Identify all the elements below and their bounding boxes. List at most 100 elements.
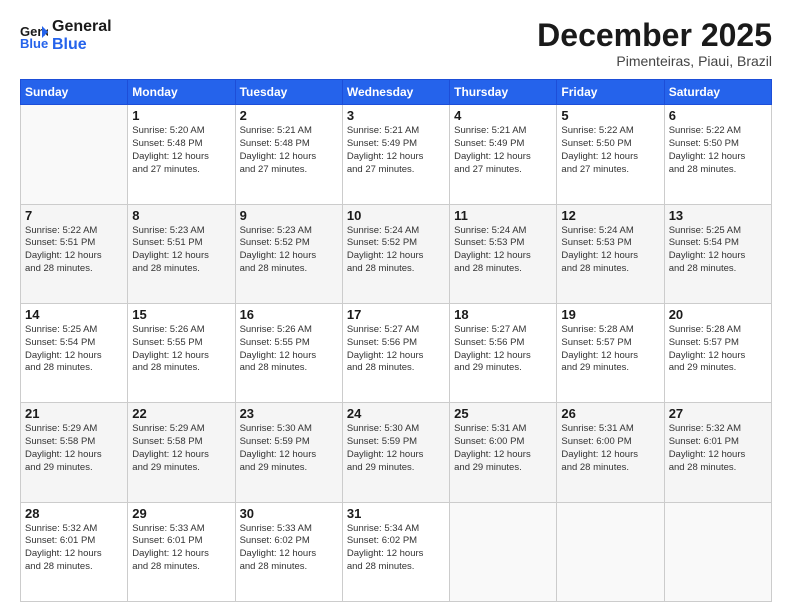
- day-number: 18: [454, 307, 552, 322]
- calendar-cell: 27 Sunrise: 5:32 AM Sunset: 6:01 PM Dayli…: [664, 403, 771, 502]
- day-info: Sunrise: 5:22 AM Sunset: 5:50 PM Dayligh…: [561, 125, 659, 176]
- day-number: 1: [132, 108, 230, 123]
- calendar-week-4: 21 Sunrise: 5:29 AM Sunset: 5:58 PM Dayli…: [21, 403, 772, 502]
- day-info: Sunrise: 5:32 AM Sunset: 6:01 PM Dayligh…: [669, 423, 767, 474]
- logo-line2: Blue: [52, 36, 112, 54]
- day-info: Sunrise: 5:33 AM Sunset: 6:02 PM Dayligh…: [240, 523, 338, 574]
- calendar-cell: 17 Sunrise: 5:27 AM Sunset: 5:56 PM Dayli…: [342, 303, 449, 402]
- day-number: 12: [561, 208, 659, 223]
- day-of-week-thursday: Thursday: [450, 80, 557, 105]
- day-info: Sunrise: 5:29 AM Sunset: 5:58 PM Dayligh…: [25, 423, 123, 474]
- day-info: Sunrise: 5:31 AM Sunset: 6:00 PM Dayligh…: [561, 423, 659, 474]
- day-number: 5: [561, 108, 659, 123]
- day-number: 8: [132, 208, 230, 223]
- day-info: Sunrise: 5:21 AM Sunset: 5:49 PM Dayligh…: [347, 125, 445, 176]
- logo-icon: General Blue: [20, 22, 48, 50]
- day-info: Sunrise: 5:28 AM Sunset: 5:57 PM Dayligh…: [561, 324, 659, 375]
- day-number: 16: [240, 307, 338, 322]
- day-info: Sunrise: 5:28 AM Sunset: 5:57 PM Dayligh…: [669, 324, 767, 375]
- day-number: 14: [25, 307, 123, 322]
- day-number: 3: [347, 108, 445, 123]
- day-info: Sunrise: 5:21 AM Sunset: 5:48 PM Dayligh…: [240, 125, 338, 176]
- title-block: December 2025 Pimenteiras, Piaui, Brazil: [537, 18, 772, 69]
- day-number: 27: [669, 406, 767, 421]
- day-info: Sunrise: 5:22 AM Sunset: 5:51 PM Dayligh…: [25, 225, 123, 276]
- day-number: 24: [347, 406, 445, 421]
- calendar-week-5: 28Sunrise: 5:32 AM Sunset: 6:01 PM Dayli…: [21, 502, 772, 601]
- header: General Blue General Blue December 2025 …: [20, 18, 772, 69]
- calendar-cell: 31 Sunrise: 5:34 AM Sunset: 6:02 PM Dayli…: [342, 502, 449, 601]
- calendar-cell: 26Sunrise: 5:31 AM Sunset: 6:00 PM Dayli…: [557, 403, 664, 502]
- calendar-cell: 30Sunrise: 5:33 AM Sunset: 6:02 PM Dayli…: [235, 502, 342, 601]
- day-info: Sunrise: 5:21 AM Sunset: 5:49 PM Dayligh…: [454, 125, 552, 176]
- day-of-week-friday: Friday: [557, 80, 664, 105]
- day-number: 6: [669, 108, 767, 123]
- calendar-week-3: 14 Sunrise: 5:25 AM Sunset: 5:54 PM Dayli…: [21, 303, 772, 402]
- calendar-body: 1 Sunrise: 5:20 AM Sunset: 5:48 PM Daylig…: [21, 105, 772, 602]
- day-info: Sunrise: 5:22 AM Sunset: 5:50 PM Dayligh…: [669, 125, 767, 176]
- calendar-cell: 20Sunrise: 5:28 AM Sunset: 5:57 PM Dayli…: [664, 303, 771, 402]
- day-number: 11: [454, 208, 552, 223]
- calendar-cell: 19 Sunrise: 5:28 AM Sunset: 5:57 PM Dayli…: [557, 303, 664, 402]
- calendar-cell: 12Sunrise: 5:24 AM Sunset: 5:53 PM Dayli…: [557, 204, 664, 303]
- day-info: Sunrise: 5:25 AM Sunset: 5:54 PM Dayligh…: [669, 225, 767, 276]
- calendar-cell: 23 Sunrise: 5:30 AM Sunset: 5:59 PM Dayli…: [235, 403, 342, 502]
- logo-line1: General: [52, 18, 112, 36]
- day-info: Sunrise: 5:34 AM Sunset: 6:02 PM Dayligh…: [347, 523, 445, 574]
- day-info: Sunrise: 5:25 AM Sunset: 5:54 PM Dayligh…: [25, 324, 123, 375]
- calendar-cell: 15 Sunrise: 5:26 AM Sunset: 5:55 PM Dayli…: [128, 303, 235, 402]
- day-info: Sunrise: 5:33 AM Sunset: 6:01 PM Dayligh…: [132, 523, 230, 574]
- day-number: 17: [347, 307, 445, 322]
- day-number: 15: [132, 307, 230, 322]
- day-of-week-monday: Monday: [128, 80, 235, 105]
- day-info: Sunrise: 5:30 AM Sunset: 5:59 PM Dayligh…: [240, 423, 338, 474]
- day-info: Sunrise: 5:26 AM Sunset: 5:55 PM Dayligh…: [240, 324, 338, 375]
- day-number: 28: [25, 506, 123, 521]
- day-info: Sunrise: 5:31 AM Sunset: 6:00 PM Dayligh…: [454, 423, 552, 474]
- calendar-cell: [557, 502, 664, 601]
- calendar-cell: 2 Sunrise: 5:21 AM Sunset: 5:48 PM Daylig…: [235, 105, 342, 204]
- svg-text:Blue: Blue: [20, 36, 48, 50]
- day-number: 25: [454, 406, 552, 421]
- calendar-cell: 29 Sunrise: 5:33 AM Sunset: 6:01 PM Dayli…: [128, 502, 235, 601]
- day-number: 22: [132, 406, 230, 421]
- day-number: 31: [347, 506, 445, 521]
- day-number: 23: [240, 406, 338, 421]
- calendar-cell: 11Sunrise: 5:24 AM Sunset: 5:53 PM Dayli…: [450, 204, 557, 303]
- day-number: 21: [25, 406, 123, 421]
- calendar-cell: 4Sunrise: 5:21 AM Sunset: 5:49 PM Daylig…: [450, 105, 557, 204]
- day-number: 29: [132, 506, 230, 521]
- calendar-cell: 14 Sunrise: 5:25 AM Sunset: 5:54 PM Dayli…: [21, 303, 128, 402]
- day-of-week-tuesday: Tuesday: [235, 80, 342, 105]
- day-of-week-sunday: Sunday: [21, 80, 128, 105]
- calendar-cell: 21 Sunrise: 5:29 AM Sunset: 5:58 PM Dayli…: [21, 403, 128, 502]
- day-info: Sunrise: 5:23 AM Sunset: 5:51 PM Dayligh…: [132, 225, 230, 276]
- calendar-cell: 10Sunrise: 5:24 AM Sunset: 5:52 PM Dayli…: [342, 204, 449, 303]
- day-number: 7: [25, 208, 123, 223]
- calendar-cell: 8 Sunrise: 5:23 AM Sunset: 5:51 PM Daylig…: [128, 204, 235, 303]
- calendar-week-2: 7 Sunrise: 5:22 AM Sunset: 5:51 PM Daylig…: [21, 204, 772, 303]
- calendar-week-1: 1 Sunrise: 5:20 AM Sunset: 5:48 PM Daylig…: [21, 105, 772, 204]
- day-number: 2: [240, 108, 338, 123]
- calendar-cell: 5 Sunrise: 5:22 AM Sunset: 5:50 PM Daylig…: [557, 105, 664, 204]
- month-title: December 2025: [537, 18, 772, 53]
- day-info: Sunrise: 5:26 AM Sunset: 5:55 PM Dayligh…: [132, 324, 230, 375]
- calendar-cell: 9 Sunrise: 5:23 AM Sunset: 5:52 PM Daylig…: [235, 204, 342, 303]
- day-number: 13: [669, 208, 767, 223]
- day-info: Sunrise: 5:27 AM Sunset: 5:56 PM Dayligh…: [454, 324, 552, 375]
- day-number: 19: [561, 307, 659, 322]
- calendar-cell: 6 Sunrise: 5:22 AM Sunset: 5:50 PM Daylig…: [664, 105, 771, 204]
- day-info: Sunrise: 5:27 AM Sunset: 5:56 PM Dayligh…: [347, 324, 445, 375]
- calendar-cell: 25 Sunrise: 5:31 AM Sunset: 6:00 PM Dayli…: [450, 403, 557, 502]
- calendar-cell: 18 Sunrise: 5:27 AM Sunset: 5:56 PM Dayli…: [450, 303, 557, 402]
- calendar-cell: 7 Sunrise: 5:22 AM Sunset: 5:51 PM Daylig…: [21, 204, 128, 303]
- logo: General Blue General Blue: [20, 18, 112, 53]
- calendar-cell: 13 Sunrise: 5:25 AM Sunset: 5:54 PM Dayli…: [664, 204, 771, 303]
- day-info: Sunrise: 5:23 AM Sunset: 5:52 PM Dayligh…: [240, 225, 338, 276]
- day-number: 10: [347, 208, 445, 223]
- calendar-cell: 16 Sunrise: 5:26 AM Sunset: 5:55 PM Dayli…: [235, 303, 342, 402]
- day-of-week-saturday: Saturday: [664, 80, 771, 105]
- location-subtitle: Pimenteiras, Piaui, Brazil: [537, 53, 772, 69]
- day-number: 9: [240, 208, 338, 223]
- day-info: Sunrise: 5:20 AM Sunset: 5:48 PM Dayligh…: [132, 125, 230, 176]
